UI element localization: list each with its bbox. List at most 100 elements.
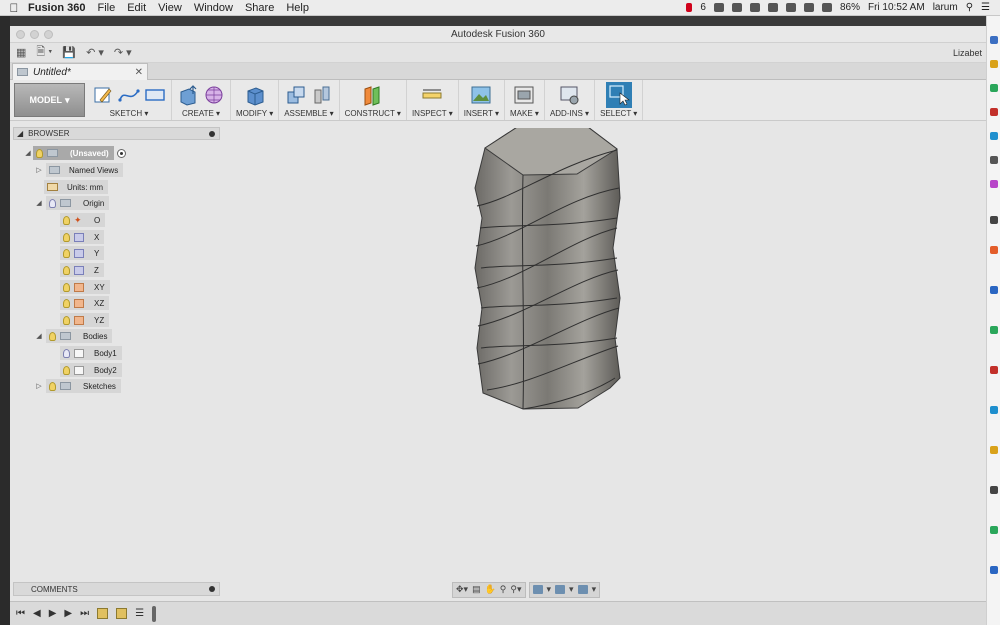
collapse-triangle-icon[interactable]: ◢: [34, 332, 44, 340]
status-count[interactable]: 6: [700, 2, 706, 13]
orbit-icon[interactable]: ✥▾: [456, 584, 468, 595]
status-home-icon[interactable]: [731, 3, 742, 12]
visibility-bulb-icon[interactable]: [63, 265, 70, 275]
origin-item-yz[interactable]: YZ: [60, 313, 110, 327]
visibility-bulb-icon[interactable]: [63, 298, 70, 308]
menubar-user[interactable]: larum: [933, 2, 958, 13]
dock-app-icon[interactable]: [990, 366, 998, 374]
origin-item-xz[interactable]: XZ: [60, 296, 110, 310]
menu-window[interactable]: Window: [194, 2, 233, 14]
dock-app-icon[interactable]: [990, 132, 998, 140]
visibility-bulb-icon[interactable]: [49, 331, 56, 341]
visibility-bulb-icon[interactable]: [63, 215, 70, 225]
body-item-1[interactable]: Body1: [60, 346, 122, 360]
new-component-icon[interactable]: [285, 84, 307, 106]
redo-icon[interactable]: ↷ ▾: [114, 46, 132, 59]
browser-node-bodies[interactable]: ◢ Bodies: [34, 329, 113, 343]
pin-icon[interactable]: [209, 586, 215, 592]
fit-icon[interactable]: ⚲▾: [510, 584, 521, 595]
select-menu-label[interactable]: SELECT: [600, 109, 631, 118]
file-menu-icon[interactable]: 🗎 ▾: [36, 43, 52, 62]
body-item-pill[interactable]: Body2: [60, 363, 122, 377]
browser-header[interactable]: ◢ BROWSER: [13, 127, 220, 140]
create-group[interactable]: CREATE ▾: [172, 80, 231, 120]
go-to-end-icon[interactable]: ⏭: [80, 608, 89, 619]
insert-group[interactable]: INSERT ▾: [459, 80, 506, 120]
model-viewport[interactable]: [225, 128, 986, 588]
inspect-group[interactable]: INSPECT ▾: [407, 80, 459, 120]
origin-item-pill[interactable]: XY: [60, 280, 110, 294]
menu-file[interactable]: File: [97, 2, 115, 14]
zoom-window-button[interactable]: [44, 30, 53, 39]
document-tab[interactable]: Untitled* ✕: [12, 63, 148, 80]
add-ins-menu-label[interactable]: ADD-INS: [550, 109, 583, 118]
origin-item-pill[interactable]: ✦ O: [60, 213, 106, 227]
spline-icon[interactable]: [118, 84, 140, 106]
status-app-icon[interactable]: [686, 3, 693, 12]
origin-item-pill[interactable]: X: [60, 230, 105, 244]
close-tab-icon[interactable]: ✕: [135, 67, 143, 78]
form-icon[interactable]: [203, 84, 225, 106]
make-menu-label[interactable]: MAKE: [510, 109, 533, 118]
add-ins-group[interactable]: ADD-INS ▾: [545, 80, 596, 120]
app-menu[interactable]: Fusion 360: [28, 2, 85, 14]
measure-icon[interactable]: [421, 84, 443, 106]
minimize-window-button[interactable]: [30, 30, 39, 39]
extrude-icon[interactable]: [177, 84, 199, 106]
root-node-pill[interactable]: (Unsaved): [33, 146, 114, 160]
menu-help[interactable]: Help: [286, 2, 309, 14]
visibility-bulb-icon[interactable]: [63, 348, 70, 358]
chevron-down-icon[interactable]: ▾: [592, 584, 597, 595]
select-group[interactable]: SELECT ▾: [595, 80, 644, 120]
visibility-bulb-icon[interactable]: [49, 198, 56, 208]
dock-app-icon[interactable]: [990, 326, 998, 334]
sketches-pill[interactable]: Sketches: [46, 379, 121, 393]
timeline-feature-icon[interactable]: ☰: [135, 608, 144, 619]
dock-app-icon[interactable]: [990, 216, 998, 224]
collapse-triangle-icon[interactable]: ◢: [17, 129, 23, 138]
dock-app-icon[interactable]: [990, 486, 998, 494]
origin-item-pill[interactable]: XZ: [60, 296, 110, 310]
visibility-bulb-icon[interactable]: [36, 148, 43, 158]
modify-group[interactable]: MODIFY ▾: [231, 80, 280, 120]
origin-item-x[interactable]: X: [60, 230, 105, 244]
browser-node-units[interactable]: Units: mm: [44, 180, 108, 194]
joint-icon[interactable]: [311, 84, 333, 106]
origin-item-pill[interactable]: Y: [60, 246, 105, 260]
collapse-triangle-icon[interactable]: ◢: [23, 149, 33, 157]
play-icon[interactable]: ▶: [49, 608, 57, 619]
pin-icon[interactable]: [209, 130, 215, 137]
construct-group[interactable]: CONSTRUCT ▾: [340, 80, 407, 120]
assemble-menu-label[interactable]: ASSEMBLE: [284, 109, 327, 118]
scripts-icon[interactable]: [559, 84, 581, 106]
timeline-feature-icon[interactable]: [97, 608, 109, 619]
make-print-icon[interactable]: [513, 84, 535, 106]
origin-item-z[interactable]: Z: [60, 263, 104, 277]
go-to-start-icon[interactable]: ⏮: [16, 608, 25, 619]
origin-pill[interactable]: Origin: [46, 196, 110, 210]
menu-share[interactable]: Share: [245, 2, 274, 14]
menu-view[interactable]: View: [158, 2, 182, 14]
status-lock-icon[interactable]: [749, 3, 760, 12]
airplay-icon[interactable]: [821, 3, 832, 12]
modify-menu-label[interactable]: MODIFY: [236, 109, 267, 118]
expand-triangle-icon[interactable]: ▷: [34, 382, 44, 390]
expand-triangle-icon[interactable]: ▷: [34, 166, 44, 174]
apple-menu-icon[interactable]: : [0, 1, 28, 15]
menu-edit[interactable]: Edit: [127, 2, 146, 14]
workspace-switcher[interactable]: MODEL ▾: [14, 83, 85, 117]
create-menu-label[interactable]: CREATE: [182, 109, 214, 118]
pan-icon[interactable]: ✋: [485, 584, 496, 595]
save-icon[interactable]: 💾: [62, 46, 76, 59]
status-bluetooth-icon[interactable]: [785, 3, 796, 12]
look-at-icon[interactable]: ▤: [472, 584, 481, 595]
comments-panel[interactable]: COMMENTS: [13, 582, 220, 596]
bodies-pill[interactable]: Bodies: [46, 329, 113, 343]
dock-app-icon[interactable]: [990, 286, 998, 294]
sketch-menu-label[interactable]: SKETCH: [110, 109, 142, 118]
browser-root-node[interactable]: ◢ (Unsaved): [23, 146, 126, 160]
sketch-group[interactable]: SKETCH ▾: [87, 80, 172, 120]
status-dropbox-icon[interactable]: [713, 3, 724, 12]
close-window-button[interactable]: [16, 30, 25, 39]
press-pull-icon[interactable]: [244, 84, 266, 106]
